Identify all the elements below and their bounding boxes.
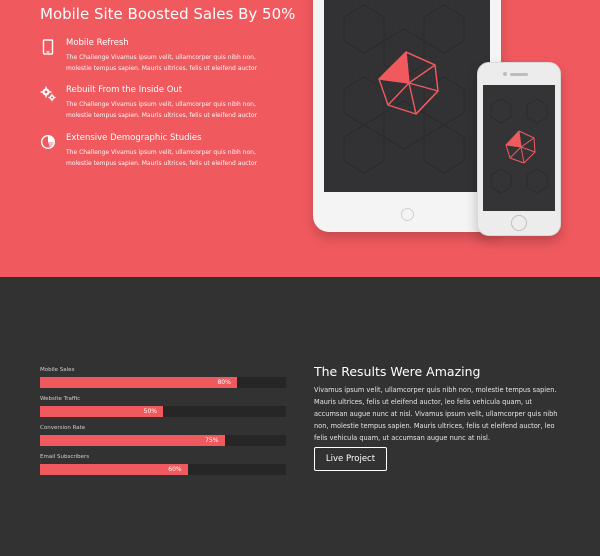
- skill-track: 50%: [40, 406, 286, 417]
- skill-fill: 60%: [40, 464, 188, 475]
- phone-home-button: [511, 215, 527, 231]
- live-project-button[interactable]: Live Project: [314, 447, 387, 471]
- feature-desc: The Challenge Vivamus ipsum velit, ullam…: [66, 149, 257, 167]
- skill-fill: 50%: [40, 406, 163, 417]
- skill-bar-conversion-rate: Conversion Rate 75%: [40, 425, 286, 454]
- tablet-icon: [40, 39, 56, 55]
- phone-mockup: [477, 62, 561, 236]
- skill-fill: 75%: [40, 435, 225, 446]
- skill-bars: Mobile Sales 80% Website Traffic 50% Con…: [40, 367, 286, 483]
- feature-desc: The Challenge Vivamus ipsum velit, ullam…: [66, 54, 257, 72]
- skill-fill: 80%: [40, 377, 237, 388]
- feature-title: Extensive Demographic Studies: [66, 133, 202, 143]
- skill-bar-email-subscribers: Email Subscribers 60%: [40, 454, 286, 483]
- skill-percent: 50%: [143, 408, 157, 415]
- tablet-mockup: [313, 0, 501, 232]
- skill-track: 80%: [40, 377, 286, 388]
- gears-icon: [40, 86, 56, 102]
- feature-desc: The Challenge Vivamus ipsum velit, ullam…: [66, 101, 257, 119]
- skill-percent: 60%: [168, 466, 182, 473]
- skill-label: Website Traffic: [40, 396, 81, 402]
- results-body: Vivamus ipsum velit, ullamcorper quis ni…: [314, 386, 558, 442]
- skill-percent: 80%: [217, 379, 231, 386]
- pie-chart-icon: [40, 134, 56, 150]
- skill-percent: 75%: [205, 437, 219, 444]
- feature-title: Rebuilt From the Inside Out: [66, 85, 183, 95]
- phone-speaker: [510, 73, 528, 76]
- hero-title: Mobile Site Boosted Sales By 50%: [40, 5, 296, 23]
- feature-title: Mobile Refresh: [66, 38, 129, 48]
- skill-label: Conversion Rate: [40, 425, 86, 431]
- tablet-home-button: [401, 208, 414, 221]
- skill-bar-mobile-sales: Mobile Sales 80%: [40, 367, 286, 396]
- tablet-screen: [324, 0, 490, 192]
- results-text: The Results Were Amazing Vivamus ipsum v…: [314, 364, 559, 445]
- geometric-logo-icon: [490, 98, 548, 194]
- geometric-logo-icon: [343, 4, 465, 174]
- phone-screen: [483, 85, 555, 211]
- results-title: The Results Were Amazing: [314, 364, 481, 379]
- skill-track: 75%: [40, 435, 286, 446]
- phone-camera: [503, 72, 507, 76]
- skill-label: Email Subscribers: [40, 454, 90, 460]
- skill-label: Mobile Sales: [40, 367, 75, 373]
- skill-bar-website-traffic: Website Traffic 50%: [40, 396, 286, 425]
- skill-track: 60%: [40, 464, 286, 475]
- hero-section: Mobile Site Boosted Sales By 50% Mobile …: [0, 0, 600, 277]
